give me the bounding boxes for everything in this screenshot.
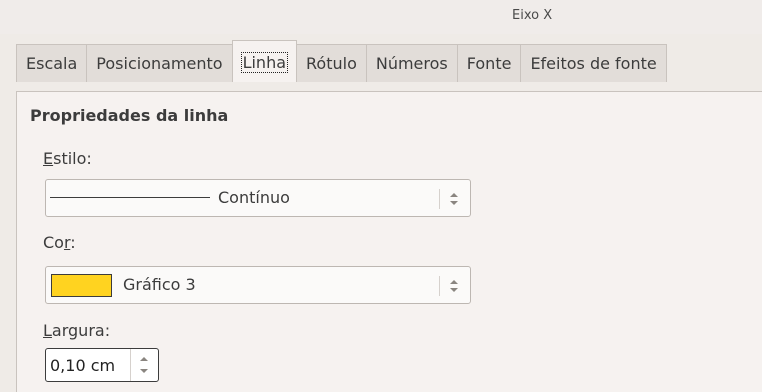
- tab-escala[interactable]: Escala: [16, 44, 88, 82]
- line-color-dropdown[interactable]: Gráfico 3: [45, 266, 471, 304]
- line-width-spinbox[interactable]: 0,10 cm: [45, 348, 159, 382]
- tab-posicionamento[interactable]: Posicionamento: [86, 44, 233, 82]
- tab-linha[interactable]: Linha: [231, 40, 298, 82]
- line-color-value: Gráfico 3: [123, 275, 196, 294]
- line-style-dropdown[interactable]: Contínuo: [45, 179, 471, 217]
- tab-efeitos-de-fonte[interactable]: Efeitos de fonte: [520, 44, 667, 82]
- line-properties-panel: Propriedades da linha Estilo: Contínuo C…: [16, 91, 762, 392]
- color-label: Cor:: [43, 233, 76, 252]
- line-style-preview: [50, 197, 210, 198]
- window-title: Eixo X: [512, 8, 553, 23]
- tab-bar: Escala Posicionamento Linha Rótulo Númer…: [0, 34, 762, 94]
- title-bar: Eixo X: [0, 0, 762, 34]
- tab-strip: Escala Posicionamento Linha Rótulo Númer…: [16, 40, 667, 84]
- tab-fonte[interactable]: Fonte: [456, 44, 522, 82]
- width-label: Largura:: [43, 321, 111, 340]
- style-label: Estilo:: [43, 149, 92, 168]
- color-swatch: [51, 274, 112, 297]
- tab-numeros[interactable]: Números: [365, 44, 458, 82]
- up-down-arrows-icon: [439, 276, 460, 296]
- spin-up-down-icon[interactable]: [130, 349, 158, 381]
- section-title: Propriedades da linha: [30, 106, 229, 125]
- up-down-arrows-icon: [439, 189, 460, 209]
- line-width-value: 0,10 cm: [50, 356, 116, 375]
- line-style-value: Contínuo: [218, 188, 290, 207]
- tab-rotulo[interactable]: Rótulo: [296, 44, 367, 82]
